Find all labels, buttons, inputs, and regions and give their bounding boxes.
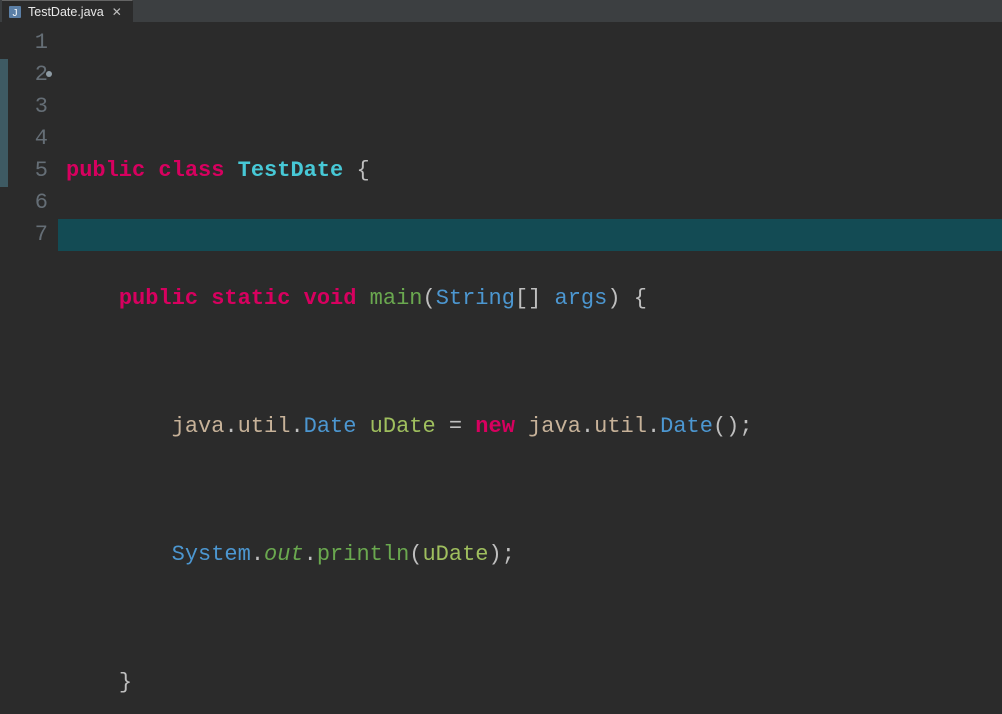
editor-tabbar: J TestDate.java ✕ (0, 0, 1002, 23)
code-line: public class TestDate { (66, 155, 1002, 187)
svg-text:J: J (13, 8, 18, 19)
editor-tab-testdate[interactable]: J TestDate.java ✕ (2, 0, 133, 22)
code-area[interactable]: public class TestDate { public static vo… (58, 23, 1002, 714)
code-line: java.util.Date uDate = new java.util.Dat… (66, 411, 1002, 443)
line-number-gutter: 1 2 3 4 5 6 7 (0, 23, 58, 714)
line-number: 6 (0, 187, 48, 219)
code-line: } (66, 667, 1002, 699)
line-number: 1 (0, 27, 48, 59)
line-number: 7 (0, 219, 48, 251)
code-editor[interactable]: 1 2 3 4 5 6 7 public class TestDate { pu… (0, 23, 1002, 714)
line-number: 4 (0, 123, 48, 155)
java-file-icon: J (8, 5, 22, 19)
editor-tab-label: TestDate.java (28, 5, 104, 19)
close-icon[interactable]: ✕ (110, 5, 124, 19)
ide-window: J TestDate.java ✕ 1 2 3 4 5 6 7 public c… (0, 0, 1002, 714)
code-line: public static void main(String[] args) { (66, 283, 1002, 315)
line-number: 2 (0, 59, 48, 91)
code-line: System.out.println(uDate); (66, 539, 1002, 571)
line-number: 5 (0, 155, 48, 187)
line-number: 3 (0, 91, 48, 123)
gutter-marker-icon (46, 71, 52, 77)
